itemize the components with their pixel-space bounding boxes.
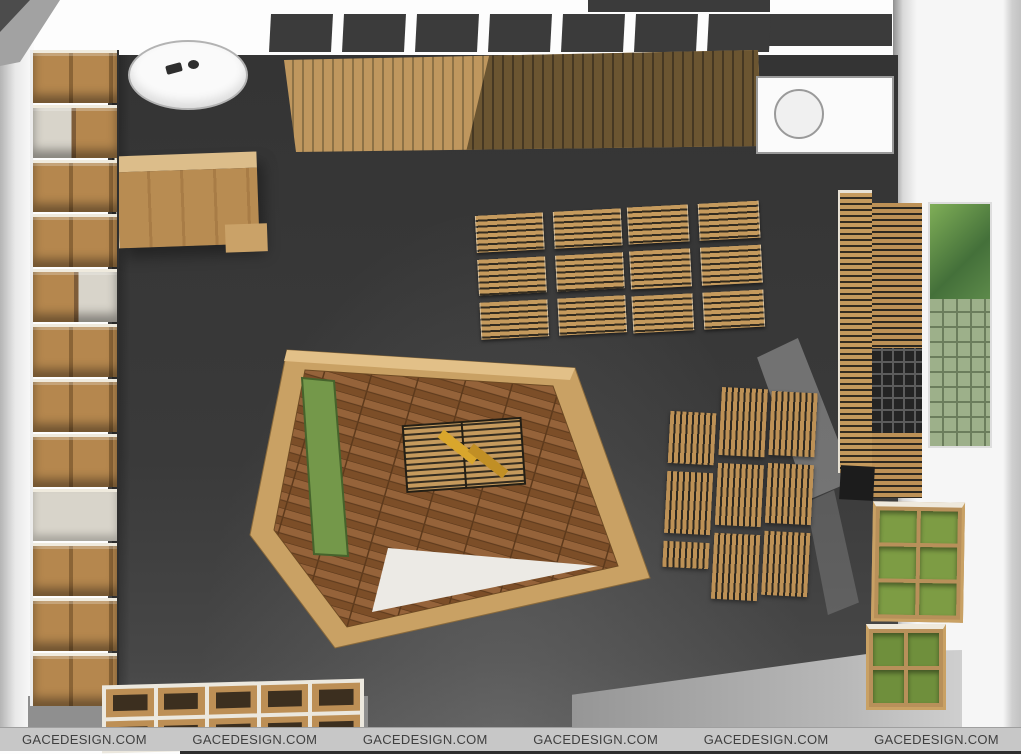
slat-table bbox=[700, 245, 763, 285]
art-image bbox=[930, 204, 990, 299]
slat-display-tables bbox=[475, 208, 627, 339]
cabinet-cell bbox=[908, 633, 939, 666]
ceiling-panel bbox=[764, 14, 892, 46]
skylight-panel bbox=[269, 14, 333, 52]
cubby-cell bbox=[312, 683, 360, 712]
cabinet-cell bbox=[878, 582, 916, 615]
skylight-panel bbox=[561, 14, 625, 52]
shelf-slats bbox=[872, 203, 922, 348]
wood-platform-stage bbox=[240, 330, 670, 660]
slat-table bbox=[631, 293, 694, 333]
desk-return bbox=[225, 223, 268, 252]
art-thumbnail-grid bbox=[930, 299, 990, 446]
cubby-cell bbox=[158, 687, 206, 716]
cabinet-cell bbox=[908, 670, 939, 703]
tall-slat-shelf bbox=[838, 190, 872, 473]
dark-stool bbox=[839, 465, 875, 501]
shelf-grid bbox=[872, 348, 922, 433]
tall-slat-shelf bbox=[872, 203, 922, 498]
white-counter-unit bbox=[756, 76, 894, 154]
left-wall bbox=[0, 0, 34, 728]
slat-table bbox=[627, 204, 690, 244]
left-wall-shelving bbox=[30, 50, 119, 706]
reception-desk bbox=[114, 152, 257, 249]
slat-table bbox=[702, 289, 765, 329]
vertical-slat-benches bbox=[662, 411, 717, 581]
counter-basin bbox=[774, 89, 824, 139]
slat-display-tables bbox=[627, 201, 765, 334]
slat-bench bbox=[761, 531, 810, 597]
shelf-module bbox=[33, 598, 117, 651]
table-item bbox=[188, 60, 199, 69]
cabinet-cell bbox=[879, 510, 917, 543]
wood-slat-canopy bbox=[284, 50, 762, 152]
slat-table bbox=[477, 256, 547, 296]
watermark-text: GACEDESIGN.COM bbox=[874, 732, 999, 747]
slat-bench bbox=[711, 533, 760, 601]
shelf-module bbox=[33, 324, 117, 377]
slat-table bbox=[698, 201, 761, 241]
watermark-text: GACEDESIGN.COM bbox=[704, 732, 829, 747]
slat-bench bbox=[718, 387, 767, 457]
cabinet-cell bbox=[879, 546, 917, 579]
green-shelf-cabinet bbox=[871, 501, 965, 623]
shelf-module bbox=[33, 379, 117, 432]
shelf-module bbox=[33, 50, 117, 103]
skylight-panels bbox=[270, 14, 770, 52]
shelf-module bbox=[33, 214, 117, 267]
ceiling-panel bbox=[588, 0, 770, 12]
skylight-panel bbox=[488, 14, 552, 52]
skylight-panel bbox=[342, 14, 406, 52]
table-item bbox=[165, 62, 183, 75]
slat-bench bbox=[668, 411, 717, 465]
slat-bench bbox=[662, 541, 709, 569]
canopy-shadow-side bbox=[284, 50, 762, 152]
slat-bench bbox=[715, 463, 764, 527]
watermark-text: GACEDESIGN.COM bbox=[192, 732, 317, 747]
green-shelf-cabinet bbox=[866, 624, 946, 710]
cubby-cell bbox=[209, 685, 257, 714]
slat-table bbox=[475, 212, 545, 252]
skylight-panel bbox=[634, 14, 698, 52]
slat-table bbox=[629, 249, 692, 289]
cabinet-cell bbox=[919, 583, 957, 616]
watermark-text: GACEDESIGN.COM bbox=[363, 732, 488, 747]
shelf-module bbox=[33, 434, 117, 487]
green-wall-art bbox=[928, 202, 992, 448]
shelf-module bbox=[33, 489, 117, 542]
skylight-panel bbox=[415, 14, 479, 52]
slat-bench bbox=[765, 463, 814, 525]
watermark-text: GACEDESIGN.COM bbox=[22, 732, 147, 747]
shelf-slats bbox=[872, 433, 922, 498]
slat-bench bbox=[664, 471, 713, 535]
watermark-text: GACEDESIGN.COM bbox=[533, 732, 658, 747]
cabinet-cell bbox=[873, 670, 904, 703]
watermark-bar: GACEDESIGN.COM GACEDESIGN.COM GACEDESIGN… bbox=[0, 727, 1021, 751]
interior-render: GACEDESIGN.COM GACEDESIGN.COM GACEDESIGN… bbox=[0, 0, 1021, 754]
cabinet-cell bbox=[920, 511, 958, 544]
shelf-module bbox=[33, 160, 117, 213]
shelf-module bbox=[33, 105, 117, 158]
shelf-module bbox=[33, 269, 117, 322]
slat-table bbox=[553, 208, 623, 248]
cabinet-cell bbox=[920, 547, 958, 580]
slat-table bbox=[555, 252, 625, 292]
shelf-module bbox=[33, 543, 117, 596]
cubby-cell bbox=[261, 684, 309, 713]
slat-bench bbox=[768, 391, 817, 457]
cubby-cell bbox=[106, 688, 154, 717]
skylight-panel bbox=[707, 14, 771, 52]
cabinet-cell bbox=[873, 633, 904, 666]
round-ceiling-table bbox=[128, 40, 248, 110]
